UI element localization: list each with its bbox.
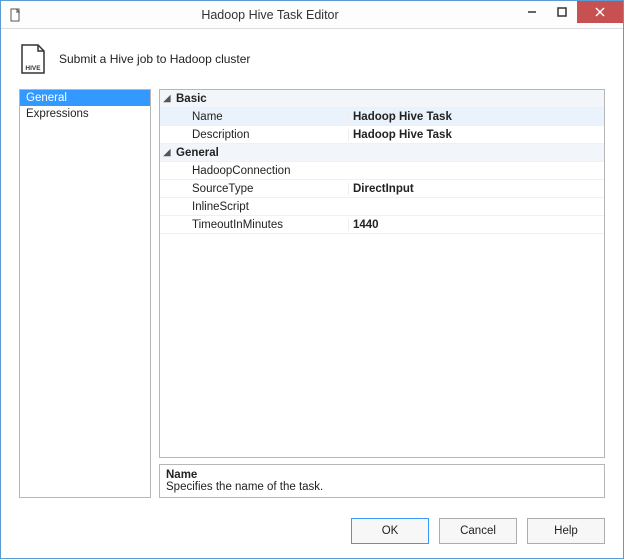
property-row[interactable]: InlineScript [160, 198, 604, 216]
minimize-button[interactable] [517, 1, 547, 23]
titlebar: Hadoop Hive Task Editor [1, 1, 623, 29]
property-row[interactable]: NameHadoop Hive Task [160, 108, 604, 126]
description-text: Specifies the name of the task. [166, 481, 598, 493]
close-button[interactable] [577, 1, 623, 23]
property-category[interactable]: ◢Basic [160, 90, 604, 108]
property-value[interactable]: Hadoop Hive Task [348, 111, 604, 123]
category-label: Basic [174, 93, 348, 105]
svg-text:HIVE: HIVE [25, 65, 41, 72]
window-controls [517, 1, 623, 28]
property-label: InlineScript [174, 201, 348, 213]
description-title: Name [166, 469, 598, 481]
cancel-button[interactable]: Cancel [439, 518, 517, 544]
property-value[interactable]: Hadoop Hive Task [348, 129, 604, 141]
property-grid[interactable]: ◢BasicNameHadoop Hive TaskDescriptionHad… [159, 89, 605, 458]
help-button[interactable]: Help [527, 518, 605, 544]
window-title: Hadoop Hive Task Editor [23, 8, 517, 22]
ok-button[interactable]: OK [351, 518, 429, 544]
property-row[interactable]: TimeoutInMinutes1440 [160, 216, 604, 234]
task-editor-window: Hadoop Hive Task Editor HIVE Submit a Hi… [0, 0, 624, 559]
property-value[interactable]: 1440 [348, 219, 604, 231]
maximize-button[interactable] [547, 1, 577, 23]
hive-file-icon: HIVE [19, 43, 47, 75]
body-area: GeneralExpressions ◢BasicNameHadoop Hive… [1, 89, 623, 510]
collapse-icon[interactable]: ◢ [160, 93, 174, 104]
sidebar: GeneralExpressions [19, 89, 151, 498]
property-value[interactable]: DirectInput [348, 183, 604, 195]
property-row[interactable]: DescriptionHadoop Hive Task [160, 126, 604, 144]
header-section: HIVE Submit a Hive job to Hadoop cluster [1, 29, 623, 89]
property-row[interactable]: SourceTypeDirectInput [160, 180, 604, 198]
property-label: Description [174, 129, 348, 141]
document-icon [9, 8, 23, 22]
property-category[interactable]: ◢General [160, 144, 604, 162]
category-label: General [174, 147, 348, 159]
description-panel: Name Specifies the name of the task. [159, 464, 605, 498]
sidebar-item-general[interactable]: General [20, 90, 150, 106]
collapse-icon[interactable]: ◢ [160, 147, 174, 158]
subtitle: Submit a Hive job to Hadoop cluster [59, 52, 250, 66]
dialog-footer: OK Cancel Help [1, 510, 623, 558]
property-label: HadoopConnection [174, 165, 348, 177]
main-column: ◢BasicNameHadoop Hive TaskDescriptionHad… [159, 89, 605, 498]
property-label: TimeoutInMinutes [174, 219, 348, 231]
property-label: Name [174, 111, 348, 123]
property-label: SourceType [174, 183, 348, 195]
sidebar-item-expressions[interactable]: Expressions [20, 106, 150, 122]
property-row[interactable]: HadoopConnection [160, 162, 604, 180]
